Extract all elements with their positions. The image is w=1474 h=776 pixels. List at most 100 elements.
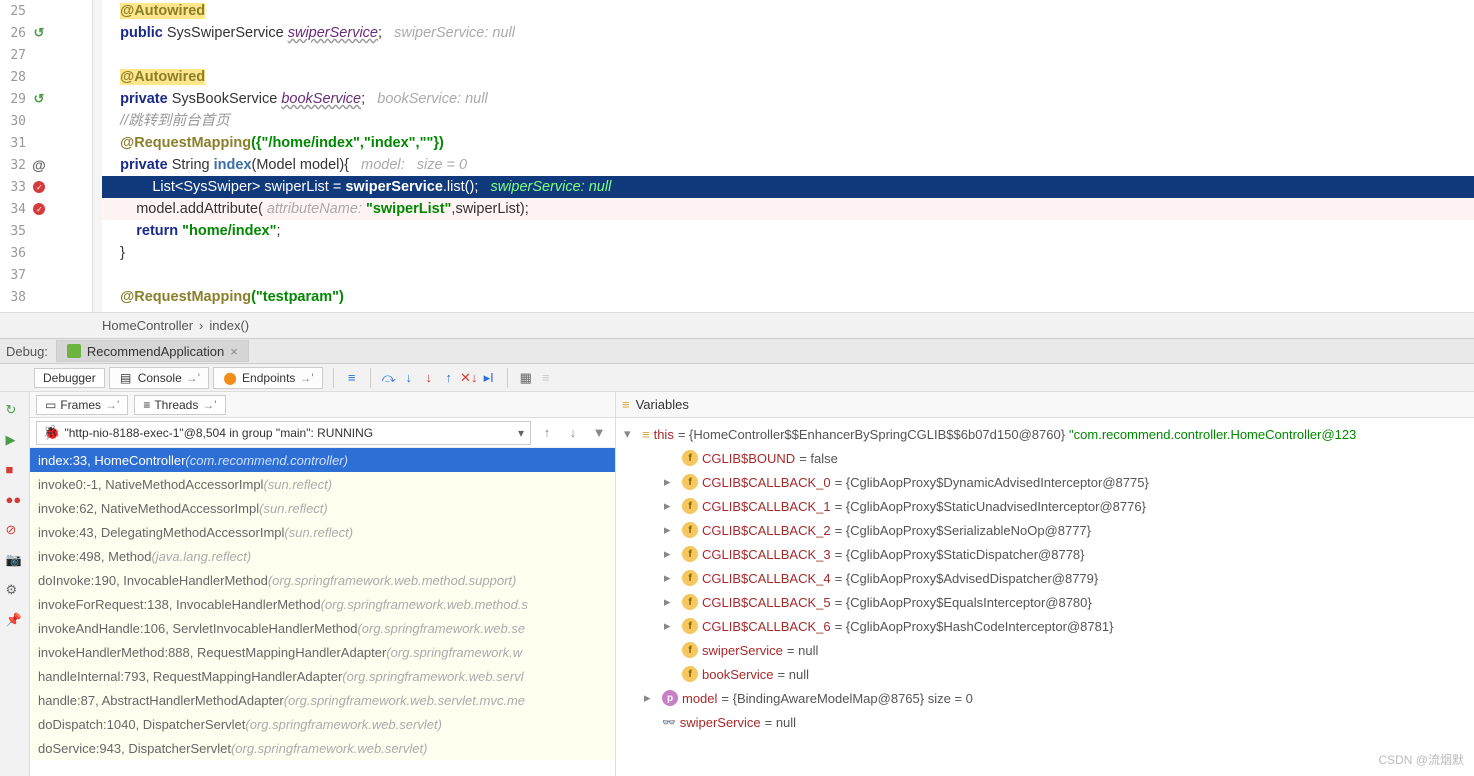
trace-icon[interactable]: ≡ <box>538 370 554 386</box>
field-badge-icon: f <box>682 642 698 658</box>
breadcrumb-item[interactable]: index() <box>203 318 255 333</box>
frame-item[interactable]: invoke:498, Method (java.lang.reflect) <box>30 544 615 568</box>
mute-breakpoints-icon[interactable]: ⊘ <box>6 522 24 540</box>
frames-icon: ▭ <box>45 398 56 412</box>
variable-row[interactable]: 👓 swiperService = null <box>616 710 1474 734</box>
spring-icon <box>67 344 81 358</box>
variable-row[interactable]: ▸f CGLIB$CALLBACK_5 = {CglibAopProxy$Equ… <box>616 590 1474 614</box>
expand-icon[interactable]: ▸ <box>664 546 678 562</box>
expand-icon[interactable]: ▸ <box>664 570 678 586</box>
view-breakpoints-icon[interactable]: ●● <box>6 492 24 510</box>
evaluate-icon[interactable]: ▦ <box>518 370 534 386</box>
frame-item[interactable]: doService:943, DispatcherServlet (org.sp… <box>30 736 615 760</box>
expand-icon[interactable]: ▸ <box>664 618 678 634</box>
rerun-icon[interactable]: ↻ <box>6 402 24 420</box>
variable-row-this[interactable]: ▾ ≡ this = {HomeController$$EnhancerBySp… <box>616 422 1474 446</box>
prev-frame-icon[interactable]: ↑ <box>537 423 557 443</box>
settings-icon[interactable]: ⚙ <box>6 582 24 600</box>
frame-item[interactable]: invoke:43, DelegatingMethodAccessorImpl … <box>30 520 615 544</box>
field-badge-icon: f <box>682 522 698 538</box>
frame-item[interactable]: invokeForRequest:138, InvocableHandlerMe… <box>30 592 615 616</box>
frame-item[interactable]: invokeHandlerMethod:888, RequestMappingH… <box>30 640 615 664</box>
variable-row[interactable]: f swiperService = null <box>616 638 1474 662</box>
breadcrumb[interactable]: HomeController›index() <box>0 312 1474 338</box>
expand-icon[interactable]: ▸ <box>664 498 678 514</box>
frame-item[interactable]: index:33, HomeController (com.recommend.… <box>30 448 615 472</box>
show-execution-point-icon[interactable]: ≡ <box>344 370 360 386</box>
field-badge-icon: f <box>682 666 698 682</box>
breadcrumb-item[interactable]: HomeController <box>96 318 199 333</box>
step-over-icon[interactable]: ⤼ <box>381 370 397 386</box>
expand-icon[interactable]: ▸ <box>644 690 658 706</box>
field-badge-icon: f <box>682 546 698 562</box>
fold-column[interactable] <box>92 0 102 312</box>
close-icon[interactable]: × <box>230 344 238 359</box>
field-badge-icon: f <box>682 474 698 490</box>
expand-icon[interactable]: ▸ <box>664 594 678 610</box>
variable-row[interactable]: ▸f CGLIB$CALLBACK_2 = {CglibAopProxy$Ser… <box>616 518 1474 542</box>
breakpoint-icon[interactable]: ✓ <box>30 203 48 215</box>
field-badge-icon: f <box>682 450 698 466</box>
thread-selector-row: 🐞 "http-nio-8188-exec-1"@8,504 in group … <box>30 418 615 448</box>
debug-side-toolbar: ↻ ▶ ■ ●● ⊘ 📷 ⚙ 📌 <box>0 392 30 776</box>
tab-endpoints[interactable]: ⬤Endpoints→' <box>213 367 323 389</box>
variable-row[interactable]: ▸f CGLIB$CALLBACK_4 = {CglibAopProxy$Adv… <box>616 566 1474 590</box>
stop-icon[interactable]: ■ <box>6 462 24 480</box>
run-to-cursor-icon[interactable]: ▸I <box>481 370 497 386</box>
change-marker-icon: ↺ <box>30 25 48 41</box>
frame-item[interactable]: invokeAndHandle:106, ServletInvocableHan… <box>30 616 615 640</box>
tab-frames[interactable]: ▭Frames→' <box>36 395 128 415</box>
expand-icon[interactable]: ▸ <box>664 474 678 490</box>
debug-toolbar: Debugger ▤Console→' ⬤Endpoints→' ≡ ⤼ ↓ ↓… <box>0 364 1474 392</box>
next-frame-icon[interactable]: ↓ <box>563 423 583 443</box>
frame-item[interactable]: doInvoke:190, InvocableHandlerMethod (or… <box>30 568 615 592</box>
frame-item[interactable]: invoke:62, NativeMethodAccessorImpl (sun… <box>30 496 615 520</box>
endpoints-icon: ⬤ <box>222 370 238 386</box>
tab-threads[interactable]: ≡Threads→' <box>134 395 225 415</box>
param-badge-icon: p <box>662 690 678 706</box>
code-content[interactable]: @Autowired public SysSwiperService swipe… <box>102 0 1474 312</box>
code-editor[interactable]: 25 26↺ 27 28 29↺ 30 31 32@ 33✓ 34✓ 35 36… <box>0 0 1474 312</box>
variable-row[interactable]: ▸f CGLIB$CALLBACK_1 = {CglibAopProxy$Sta… <box>616 494 1474 518</box>
tab-console[interactable]: ▤Console→' <box>109 367 209 389</box>
step-out-icon[interactable]: ↑ <box>441 370 457 386</box>
field-badge-icon: f <box>682 618 698 634</box>
debug-session-tab[interactable]: RecommendApplication × <box>56 340 249 362</box>
breakpoint-icon[interactable]: ✓ <box>30 181 48 193</box>
thread-combo[interactable]: 🐞 "http-nio-8188-exec-1"@8,504 in group … <box>36 421 531 445</box>
variable-row[interactable]: ▸f CGLIB$CALLBACK_6 = {CglibAopProxy$Has… <box>616 614 1474 638</box>
collapse-icon[interactable]: ▾ <box>624 426 638 442</box>
watermark: CSDN @流烟默 <box>1378 751 1464 768</box>
drop-frame-icon[interactable]: ✕↓ <box>461 370 477 386</box>
variable-row[interactable]: f bookService = null <box>616 662 1474 686</box>
filter-icon[interactable]: ▼ <box>589 423 609 443</box>
field-badge-icon: f <box>682 594 698 610</box>
frame-item[interactable]: invoke0:-1, NativeMethodAccessorImpl (su… <box>30 472 615 496</box>
variable-row[interactable]: f CGLIB$BOUND = false <box>616 446 1474 470</box>
frame-item[interactable]: handleInternal:793, RequestMappingHandle… <box>30 664 615 688</box>
expand-icon[interactable]: ▸ <box>664 522 678 538</box>
frame-item[interactable]: handle:87, AbstractHandlerMethodAdapter … <box>30 688 615 712</box>
frames-panel: ▭Frames→' ≡Threads→' 🐞 "http-nio-8188-ex… <box>30 392 616 776</box>
variables-list[interactable]: ▾ ≡ this = {HomeController$$EnhancerBySp… <box>616 418 1474 776</box>
variable-row[interactable]: ▸f CGLIB$CALLBACK_3 = {CglibAopProxy$Sta… <box>616 542 1474 566</box>
tab-debugger[interactable]: Debugger <box>34 368 105 388</box>
pin-icon[interactable]: 📌 <box>6 612 24 630</box>
gutter: 25 26↺ 27 28 29↺ 30 31 32@ 33✓ 34✓ 35 36… <box>0 0 92 312</box>
glasses-icon: 👓 <box>662 716 676 729</box>
variable-row[interactable]: ▸f CGLIB$CALLBACK_0 = {CglibAopProxy$Dyn… <box>616 470 1474 494</box>
frames-list[interactable]: index:33, HomeController (com.recommend.… <box>30 448 615 776</box>
variables-icon: ≡ <box>622 397 630 412</box>
force-step-into-icon[interactable]: ↓ <box>421 370 437 386</box>
resume-icon[interactable]: ▶ <box>6 432 24 450</box>
debug-label: Debug: <box>6 344 48 359</box>
camera-icon[interactable]: 📷 <box>6 552 24 570</box>
field-badge-icon: f <box>682 498 698 514</box>
chevron-down-icon: ▾ <box>518 426 524 440</box>
at-icon: @ <box>30 157 48 173</box>
this-icon: ≡ <box>642 427 650 442</box>
threads-icon: ≡ <box>143 398 150 412</box>
frame-item[interactable]: doDispatch:1040, DispatcherServlet (org.… <box>30 712 615 736</box>
variable-row[interactable]: ▸p model = {BindingAwareModelMap@8765} s… <box>616 686 1474 710</box>
step-into-icon[interactable]: ↓ <box>401 370 417 386</box>
